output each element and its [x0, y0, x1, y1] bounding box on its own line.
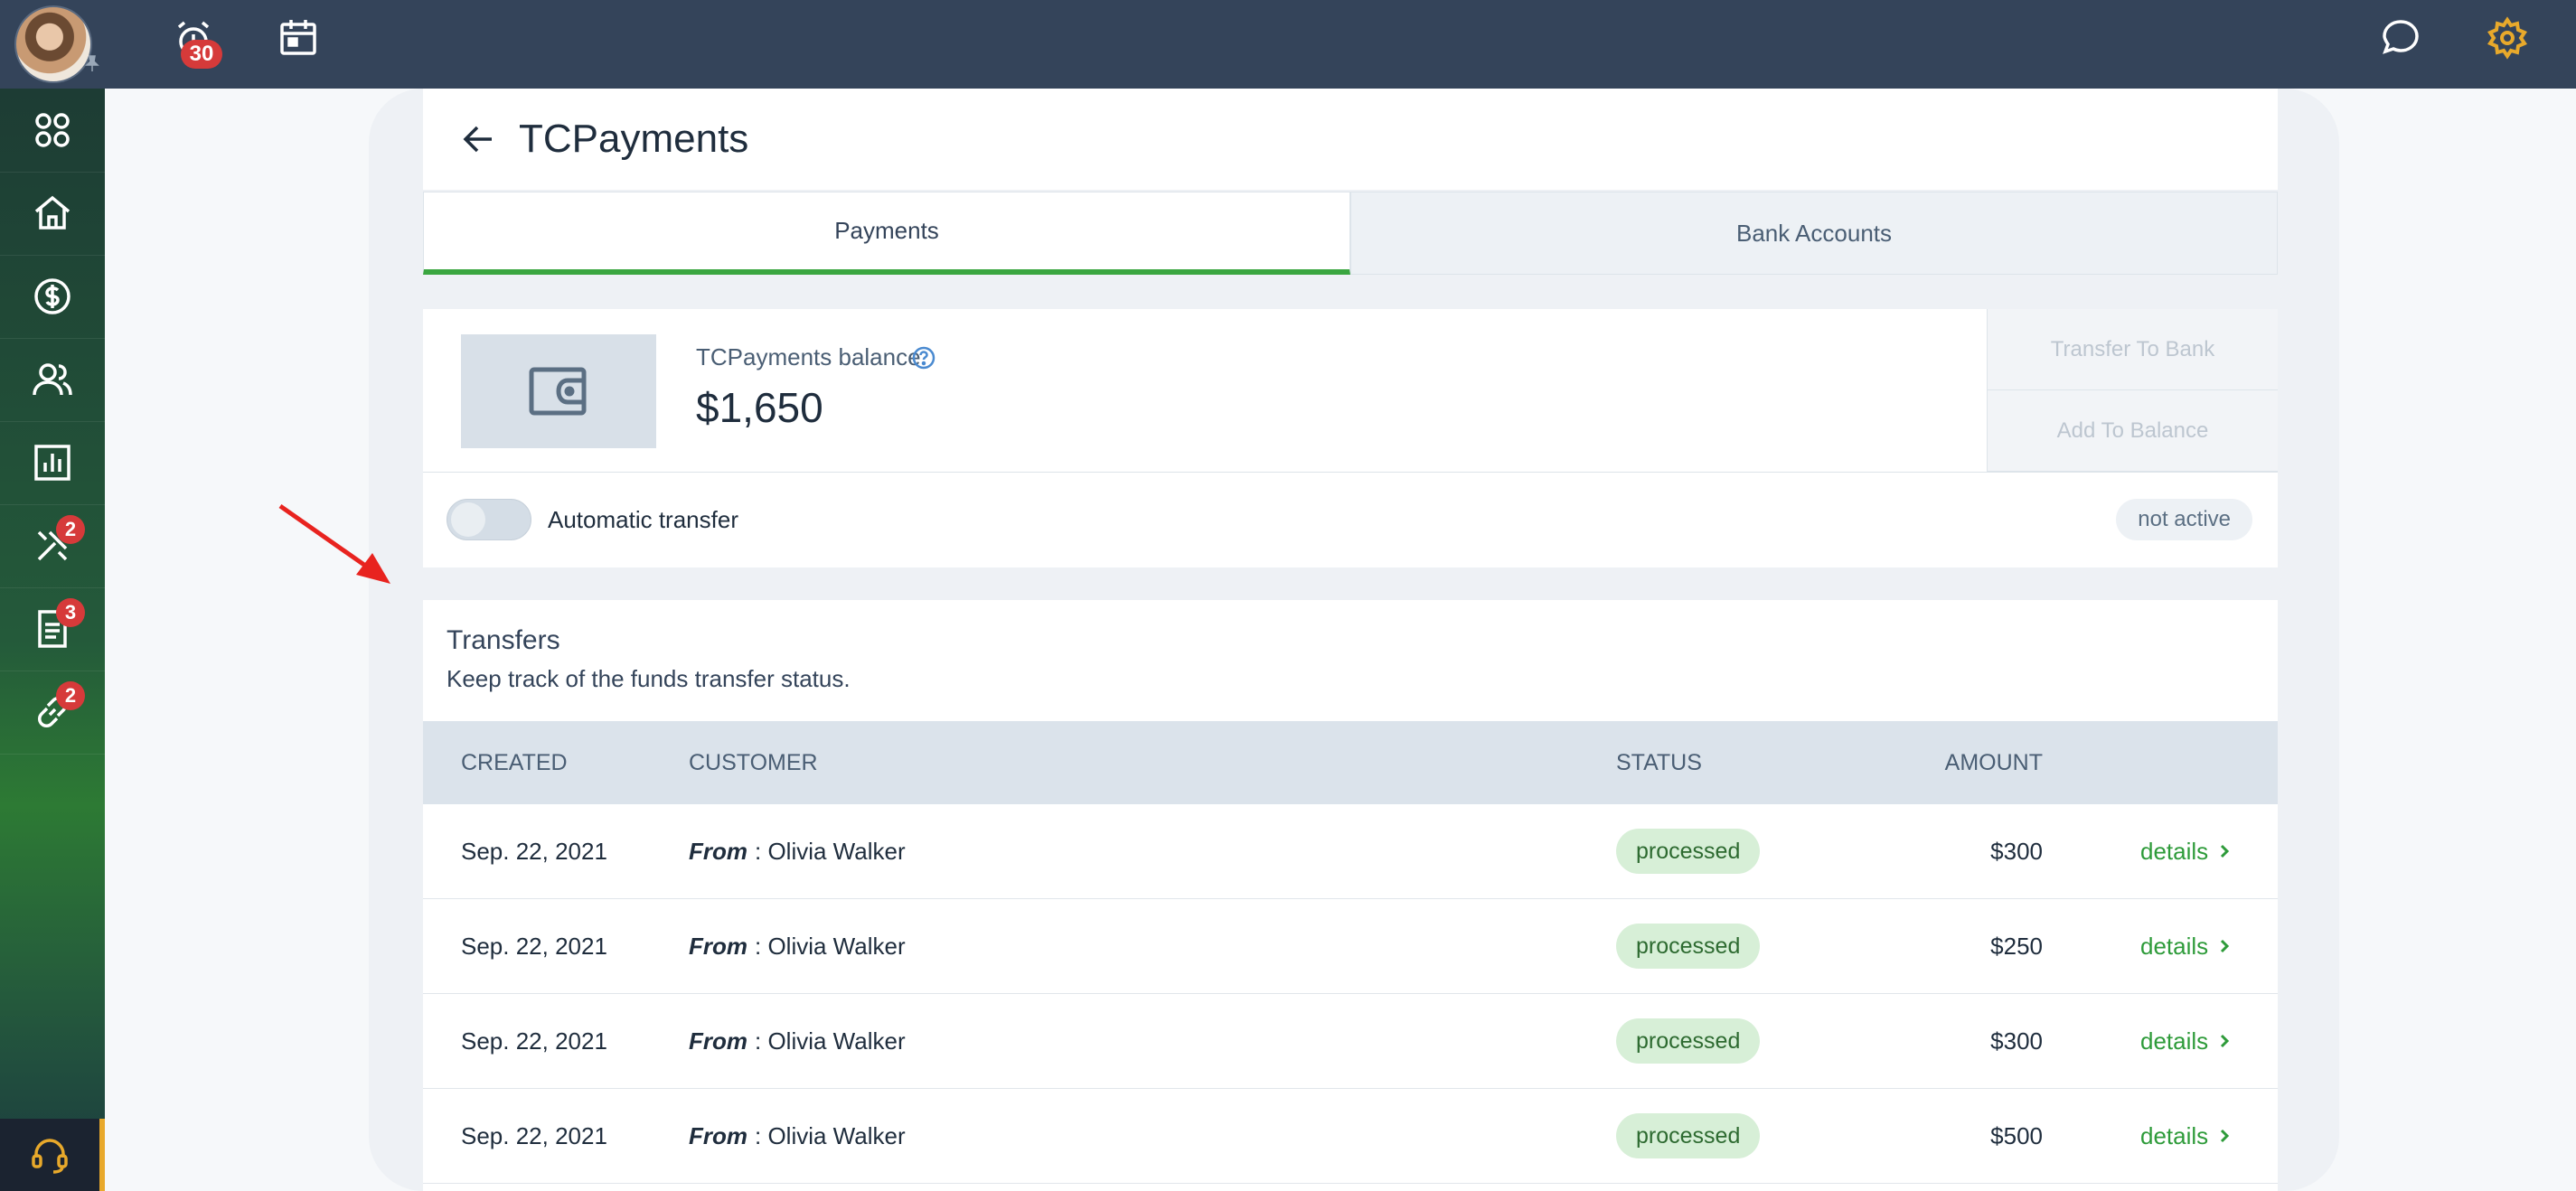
toggle-knob: [451, 502, 485, 537]
chevron-right-icon: [2221, 844, 2230, 858]
transfers-title: Transfers: [447, 625, 560, 655]
details-label: details: [2140, 932, 2209, 960]
sidebar-item-links[interactable]: 2: [0, 671, 105, 755]
from-label: From: [689, 837, 747, 865]
tools-badge: 2: [56, 515, 85, 544]
status-cell: processed: [1616, 1089, 1761, 1183]
column-status[interactable]: STATUS: [1616, 721, 1702, 804]
tab-payments[interactable]: Payments: [423, 192, 1350, 275]
created-date: Sep. 22, 2021: [461, 1121, 607, 1149]
apps-grid-icon: [35, 113, 70, 147]
customer-cell: From : Olivia Walker: [689, 994, 906, 1088]
sidebar-item-home[interactable]: [0, 172, 105, 256]
bar-chart-icon: [34, 445, 71, 481]
back-arrow-icon[interactable]: [459, 119, 499, 159]
customer-cell: From : Olivia Walker: [689, 1089, 906, 1183]
transfer-to-bank-button[interactable]: Transfer To Bank: [1988, 309, 2278, 390]
wallet-icon: [529, 367, 587, 416]
balance-card: TCPayments balance $1,650 Transfer To Ba…: [423, 309, 2278, 567]
status-badge: processed: [1616, 1113, 1761, 1158]
details-link[interactable]: details: [2140, 1089, 2230, 1183]
tab-bar: Payments Bank Accounts: [423, 192, 2278, 275]
gear-icon[interactable]: [2486, 16, 2529, 60]
customer-name: : Olivia Walker: [755, 1027, 906, 1055]
from-label: From: [689, 1121, 747, 1149]
sidebar-item-apps[interactable]: [0, 89, 105, 173]
sidebar-item-reports[interactable]: [0, 421, 105, 505]
customer-name: : Olivia Walker: [755, 1121, 906, 1149]
balance-label: TCPayments balance: [696, 343, 921, 370]
status-badge: processed: [1616, 924, 1761, 969]
wallet-tile: [461, 334, 656, 448]
details-link[interactable]: details: [2140, 899, 2230, 993]
from-label: From: [689, 1027, 747, 1055]
table-row: Sep. 22, 2021 From : Olivia Walker proces…: [423, 1089, 2278, 1184]
dollar-circle-icon: [34, 278, 71, 314]
pin-icon: [85, 55, 99, 71]
chevron-right-icon: [2221, 939, 2230, 953]
table-header: CREATED CUSTOMER STATUS AMOUNT: [423, 721, 2278, 804]
transfers-card: Transfers Keep track of the funds transf…: [423, 600, 2278, 1191]
chat-bubble-icon[interactable]: [2379, 16, 2422, 60]
support-button[interactable]: [0, 1119, 105, 1191]
links-badge: 2: [56, 681, 85, 710]
column-customer[interactable]: CUSTOMER: [689, 721, 818, 804]
annotation-arrow-icon: [278, 503, 390, 584]
created-date: Sep. 22, 2021: [461, 932, 607, 960]
sidebar-item-documents[interactable]: 3: [0, 587, 105, 671]
sidebar: 2 3 2: [0, 89, 105, 1191]
table-row: Sep. 22, 2021 From : Olivia Walker proces…: [423, 899, 2278, 994]
documents-badge: 3: [56, 598, 85, 627]
status-cell: processed: [1616, 804, 1761, 898]
column-amount[interactable]: AMOUNT: [1869, 721, 2043, 804]
from-label: From: [689, 932, 747, 960]
help-icon[interactable]: [911, 345, 936, 370]
status-cell: processed: [1616, 994, 1761, 1088]
add-to-balance-button[interactable]: Add To Balance: [1988, 390, 2278, 472]
top-bar: 30: [0, 0, 2576, 89]
amount-cell: $500: [1990, 1121, 2043, 1149]
table-row: Sep. 22, 2021 From : Olivia Walker proces…: [423, 804, 2278, 899]
sidebar-item-users[interactable]: [0, 338, 105, 422]
sidebar-item-tools[interactable]: 2: [0, 504, 105, 588]
details-label: details: [2140, 837, 2209, 865]
balance-actions: Transfer To Bank Add To Balance: [1987, 309, 2278, 472]
table-row: Sep. 22, 2021 From : Olivia Walker proces…: [423, 994, 2278, 1089]
automatic-transfer-toggle[interactable]: [447, 499, 531, 540]
calendar-icon[interactable]: [277, 16, 320, 60]
amount-cell: $300: [1990, 837, 2043, 865]
amount-cell: $300: [1990, 1027, 2043, 1055]
amount-cell: $250: [1990, 932, 2043, 960]
customer-cell: From : Olivia Walker: [689, 899, 906, 993]
users-icon: [33, 363, 72, 396]
alarm-badge: 30: [181, 40, 222, 69]
details-label: details: [2140, 1121, 2209, 1149]
customer-name: : Olivia Walker: [755, 837, 906, 865]
transfers-subtitle: Keep track of the funds transfer status.: [447, 665, 851, 692]
customer-name: : Olivia Walker: [755, 932, 906, 960]
balance-value: $1,650: [696, 384, 823, 431]
divider: [423, 472, 2278, 473]
chevron-right-icon: [2221, 1034, 2230, 1048]
status-badge: processed: [1616, 1018, 1761, 1064]
sidebar-item-payments[interactable]: [0, 255, 105, 339]
page-header: TCPayments: [423, 89, 2278, 190]
status-badge: processed: [1616, 829, 1761, 874]
status-cell: processed: [1616, 899, 1761, 993]
chevron-right-icon: [2221, 1129, 2230, 1143]
page-title: TCPayments: [519, 117, 749, 161]
created-date: Sep. 22, 2021: [461, 1027, 607, 1055]
details-link[interactable]: details: [2140, 994, 2230, 1088]
column-created[interactable]: CREATED: [461, 721, 568, 804]
created-date: Sep. 22, 2021: [461, 837, 607, 865]
status-badge: not active: [2116, 499, 2252, 540]
user-avatar[interactable]: [14, 5, 92, 83]
headset-icon: [32, 1139, 68, 1174]
details-label: details: [2140, 1027, 2209, 1055]
customer-cell: From : Olivia Walker: [689, 804, 906, 898]
details-link[interactable]: details: [2140, 804, 2230, 898]
automatic-transfer-label: Automatic transfer: [548, 506, 738, 533]
home-icon: [34, 195, 71, 230]
tab-bank-accounts[interactable]: Bank Accounts: [1350, 192, 2278, 275]
